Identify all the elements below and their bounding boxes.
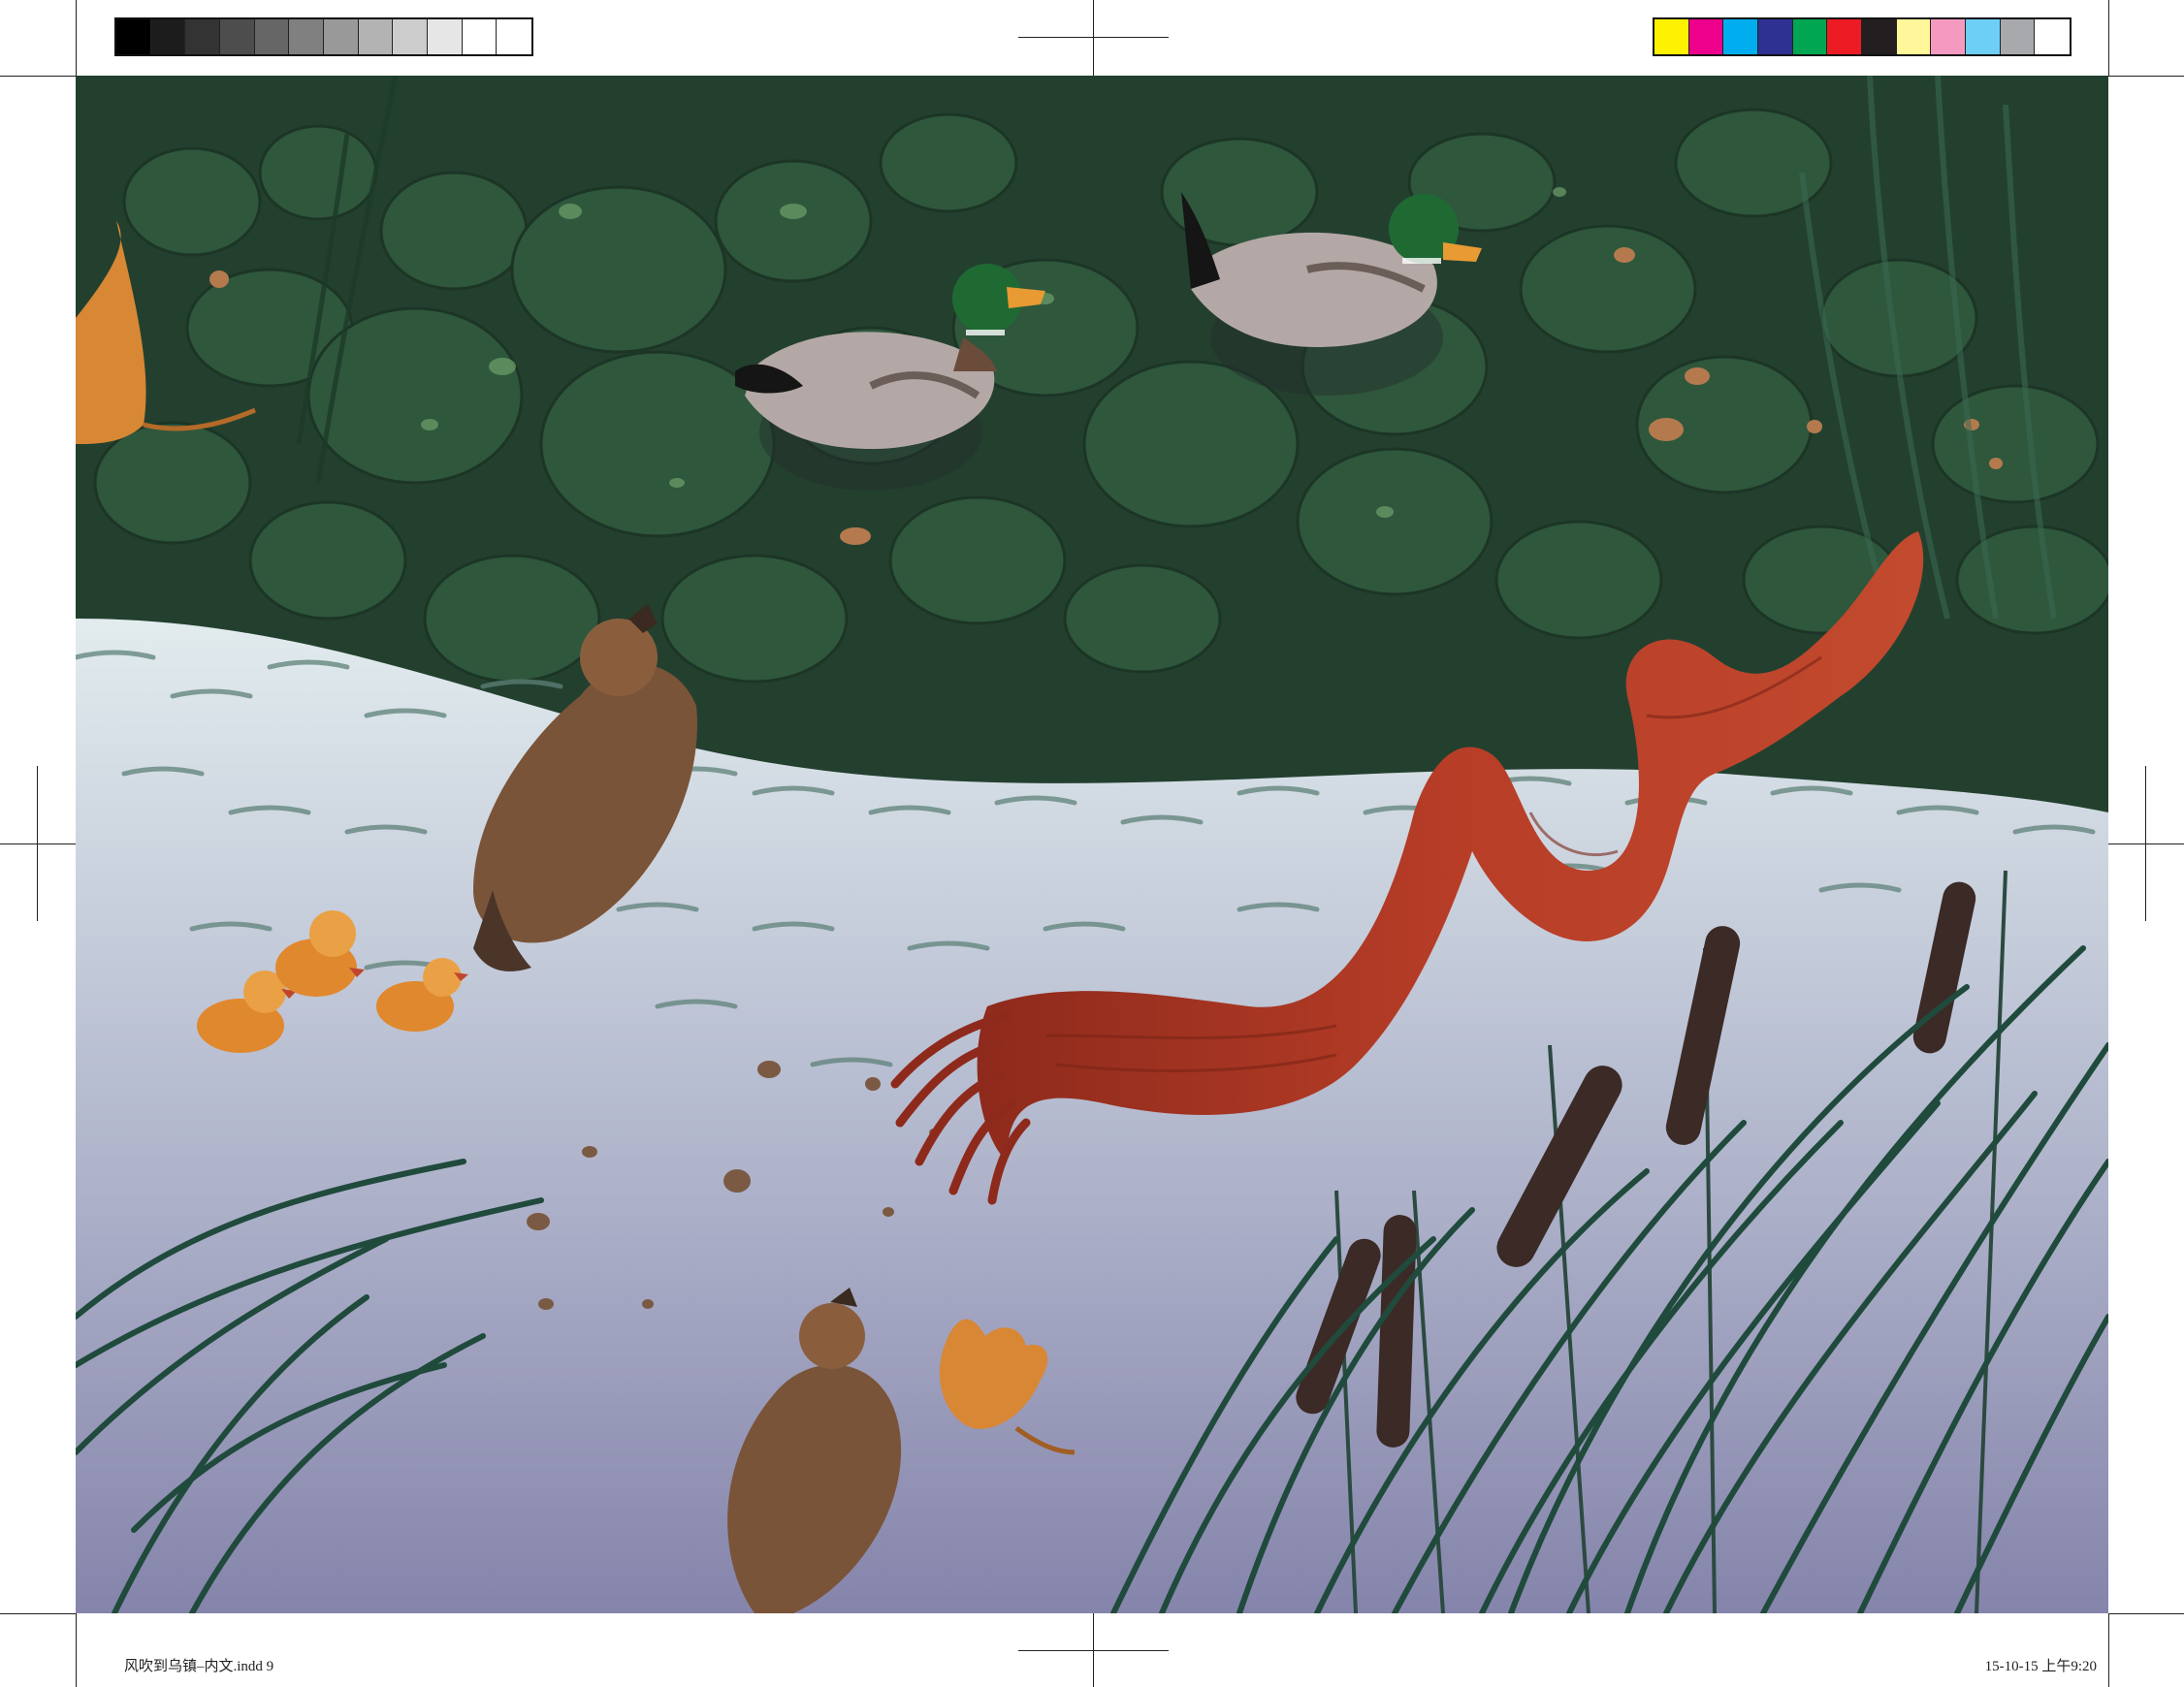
color-swatch-11: [2000, 19, 2036, 54]
grayscale-calibration-bar: [114, 17, 533, 56]
gray-swatch-3: [185, 19, 221, 54]
crop-mark: [1018, 1650, 1169, 1651]
gray-swatch-9: [393, 19, 429, 54]
crop-mark: [0, 76, 76, 77]
gray-swatch-12: [497, 19, 532, 54]
crop-mark: [2145, 766, 2146, 921]
file-label: 风吹到乌镇–内文.indd 9: [124, 1659, 274, 1674]
gray-swatch-8: [358, 19, 394, 54]
color-swatch-5: [1792, 19, 1828, 54]
gray-swatch-6: [289, 19, 325, 54]
color-swatch-10: [1966, 19, 2001, 54]
gray-swatch-11: [462, 19, 498, 54]
crop-mark: [1093, 0, 1094, 76]
gray-swatch-7: [324, 19, 359, 54]
color-swatch-9: [1931, 19, 1967, 54]
color-swatch-1: [1654, 19, 1689, 54]
gray-swatch-2: [150, 19, 186, 54]
crop-mark: [2108, 76, 2184, 77]
crop-mark: [2108, 1613, 2109, 1687]
print-timestamp: 15-10-15 上午9:20: [1984, 1659, 2097, 1674]
gray-swatch-4: [220, 19, 255, 54]
color-swatch-8: [1896, 19, 1932, 54]
gray-swatch-1: [116, 19, 151, 54]
crop-mark: [1018, 37, 1169, 38]
crop-mark: [76, 1613, 77, 1687]
crop-mark: [37, 766, 38, 921]
crop-mark: [76, 0, 77, 76]
color-swatch-2: [1688, 19, 1724, 54]
gray-swatch-5: [254, 19, 290, 54]
gray-swatch-10: [428, 19, 463, 54]
color-swatch-4: [1758, 19, 1793, 54]
crop-mark: [2108, 0, 2109, 76]
color-swatch-3: [1723, 19, 1759, 54]
color-calibration-bar: [1653, 17, 2072, 56]
color-swatch-6: [1827, 19, 1863, 54]
color-swatch-7: [1862, 19, 1897, 54]
crop-mark: [2108, 1613, 2184, 1614]
pond-illustration: [76, 76, 2108, 1613]
crop-mark: [0, 1613, 76, 1614]
color-swatch-12: [2035, 19, 2071, 54]
